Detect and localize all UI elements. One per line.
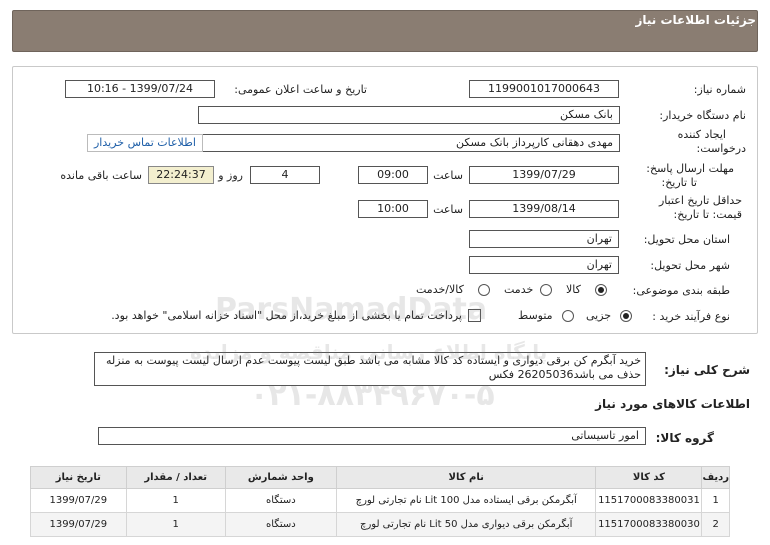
category-radio-goods[interactable] xyxy=(595,284,607,296)
province-label: استان محل تحویل: xyxy=(643,233,730,246)
reply-deadline-label-line1: مهلت ارسال پاسخ: xyxy=(646,162,734,175)
description-text: خرید آبگرم کن برقی دیواری و ایستاده کد ک… xyxy=(94,352,646,386)
col-code: کد کالا xyxy=(595,466,703,489)
days-remaining-field: 4 xyxy=(250,166,320,184)
col-unit: واحد شمارش xyxy=(224,466,337,489)
row-name: آبگرمکن برقی دیواری مدل Lit 50 نام تجارت… xyxy=(335,512,597,537)
row-quantity: 1 xyxy=(125,488,226,513)
city-label: شهر محل تحویل: xyxy=(650,259,730,272)
creator-label-line2: درخواست: xyxy=(696,142,746,155)
description-label: شرح کلی نیاز: xyxy=(664,363,750,377)
reply-date-field: 1399/07/29 xyxy=(469,166,619,184)
price-validity-time-label: ساعت xyxy=(433,203,463,216)
category-option-goods-service: کالا/خدمت xyxy=(416,283,464,296)
col-name: نام کالا xyxy=(335,466,597,489)
treasury-payment-note: پرداخت تمام یا بخشی از مبلغ خرید،از محل … xyxy=(111,309,462,322)
process-radio-medium[interactable] xyxy=(562,310,574,322)
buyer-org-label: نام دستگاه خریدار: xyxy=(659,109,746,122)
row-need-date: 1399/07/29 xyxy=(30,488,127,513)
days-label: روز و xyxy=(218,169,243,182)
goods-section-title: اطلاعات کالاهای مورد نیاز xyxy=(595,397,750,411)
remaining-time-field: 22:24:37 xyxy=(148,166,214,184)
treasury-payment-checkbox[interactable] xyxy=(468,309,481,322)
row-unit: دستگاه xyxy=(224,488,337,513)
page-title: جزئیات اطلاعات نیاز xyxy=(635,13,756,27)
row-need-date: 1399/07/29 xyxy=(30,512,127,537)
buyer-contact-link[interactable]: اطلاعات تماس خریدار xyxy=(87,134,203,152)
price-validity-label-line1: حداقل تاریخ اعتبار xyxy=(658,194,742,207)
announce-date-label: تاریخ و ساعت اعلان عمومی: xyxy=(234,83,367,96)
province-field: تهران xyxy=(469,230,619,248)
category-label: طبقه بندی موضوعی: xyxy=(632,284,730,297)
category-radio-service[interactable] xyxy=(540,284,552,296)
row-index: 1 xyxy=(701,488,730,513)
category-radio-goods-service[interactable] xyxy=(478,284,490,296)
announce-date-field: 1399/07/24 - 10:16 xyxy=(65,80,215,98)
col-quantity: تعداد / مقدار xyxy=(125,466,226,489)
row-quantity: 1 xyxy=(125,512,226,537)
goods-group-label: گروه کالا: xyxy=(655,431,714,445)
creator-label-line1: ایجاد کننده xyxy=(677,128,726,141)
creator-field: مهدی دهقانی کارپرداز بانک مسکن xyxy=(198,134,620,152)
reply-time-field: 09:00 xyxy=(358,166,428,184)
need-number-field: 1199001017000643 xyxy=(469,80,619,98)
process-type-label: نوع فرآیند خرید : xyxy=(652,310,730,323)
row-index: 2 xyxy=(701,512,730,537)
category-option-service: خدمت xyxy=(504,283,534,296)
col-need-date: تاریخ نیاز xyxy=(30,466,127,489)
table-row: 1 1151700083380031 آبگرمکن برقی ایستاده … xyxy=(30,488,730,513)
goods-table-header: ردیف کد کالا نام کالا واحد شمارش تعداد /… xyxy=(30,466,730,489)
row-unit: دستگاه xyxy=(224,512,337,537)
col-row: ردیف xyxy=(701,466,730,489)
price-validity-time-field: 10:00 xyxy=(358,200,428,218)
row-code: 1151700083380031 xyxy=(595,488,703,513)
buyer-org-field: بانک مسکن xyxy=(198,106,620,124)
process-radio-minor[interactable] xyxy=(620,310,632,322)
price-validity-label-line2: قیمت: تا تاریخ: xyxy=(673,208,742,221)
reply-deadline-label-line2: تا تاریخ: xyxy=(661,176,697,189)
price-validity-date-field: 1399/08/14 xyxy=(469,200,619,218)
reply-time-label: ساعت xyxy=(433,169,463,182)
goods-group-field: امور تاسیساتی xyxy=(98,427,646,445)
category-option-goods: کالا xyxy=(566,283,581,296)
city-field: تهران xyxy=(469,256,619,274)
remaining-time-label: ساعت باقی مانده xyxy=(60,169,142,182)
goods-table: ردیف کد کالا نام کالا واحد شمارش تعداد /… xyxy=(30,466,730,537)
process-option-minor: جزیی xyxy=(586,309,612,322)
process-option-medium: متوسط xyxy=(518,309,553,322)
need-number-label: شماره نیاز: xyxy=(693,83,746,96)
table-row: 2 1151700083380030 آبگرمکن برقی دیواری م… xyxy=(30,512,730,537)
row-code: 1151700083380030 xyxy=(595,512,703,537)
row-name: آبگرمکن برقی ایستاده مدل Lit 100 نام تجا… xyxy=(335,488,597,513)
